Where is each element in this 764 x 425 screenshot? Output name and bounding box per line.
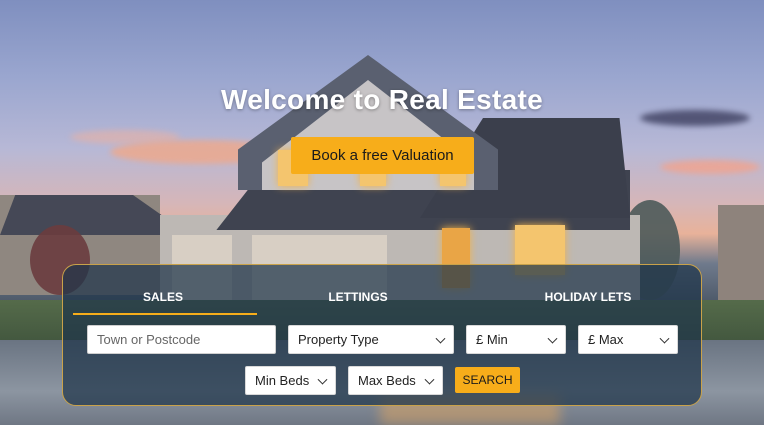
search-button[interactable]: SEARCH (455, 367, 520, 393)
max-beds-select[interactable]: Max Beds (348, 366, 443, 395)
cloud (660, 160, 760, 174)
location-search-input[interactable] (87, 325, 276, 354)
tab-holiday-lets[interactable]: HOLIDAY LETS (503, 290, 673, 308)
search-tabs: SALES LETTINGS HOLIDAY LETS (63, 265, 701, 315)
chevron-down-icon (547, 333, 558, 344)
min-price-select[interactable]: £ Min (466, 325, 566, 354)
max-price-select[interactable]: £ Max (578, 325, 678, 354)
property-type-select[interactable]: Property Type (288, 325, 454, 354)
book-valuation-button[interactable]: Book a free Valuation (291, 137, 474, 174)
max-price-value: £ Max (588, 332, 624, 347)
page-title: Welcome to Real Estate (221, 84, 543, 115)
chevron-down-icon (317, 374, 328, 385)
min-price-value: £ Min (476, 332, 508, 347)
tab-sales[interactable]: SALES (83, 290, 243, 308)
property-type-value: Property Type (298, 332, 379, 347)
min-beds-value: Min Beds (255, 373, 310, 388)
property-search-panel: SALES LETTINGS HOLIDAY LETS Property Typ… (62, 264, 702, 406)
chevron-down-icon (659, 333, 670, 344)
active-tab-indicator (73, 313, 257, 315)
max-beds-value: Max Beds (358, 373, 416, 388)
tab-lettings[interactable]: LETTINGS (293, 290, 423, 308)
chevron-down-icon (424, 374, 435, 385)
neighbor-house-right (718, 205, 764, 315)
min-beds-select[interactable]: Min Beds (245, 366, 336, 395)
chevron-down-icon (435, 333, 446, 344)
